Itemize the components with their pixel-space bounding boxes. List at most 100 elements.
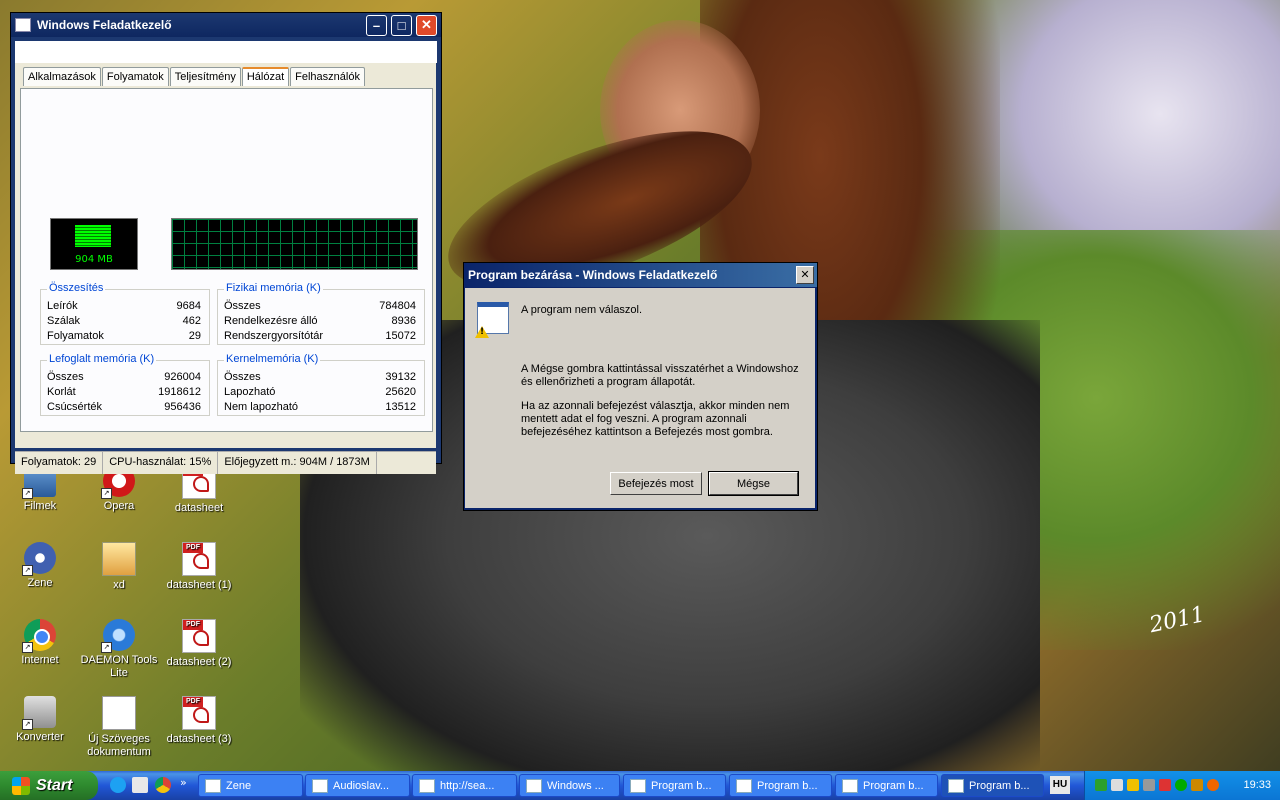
quicklaunch-overflow-icon[interactable]: » [180, 776, 187, 789]
taskbar: Start » Zene Audioslav... http://sea... … [0, 771, 1280, 800]
task-manager-app-icon [15, 18, 31, 32]
desktop-icon-konverter[interactable]: ↗ Konverter [1, 696, 79, 744]
stat-label: Csúcsérték [47, 401, 103, 413]
chrome-icon: ↗ [22, 619, 56, 653]
chrome-quicklaunch-icon[interactable] [155, 777, 171, 793]
taskbar-task-program-2[interactable]: Program b... [729, 774, 832, 797]
desktop-icon-datasheet-2[interactable]: datasheet (2) [160, 619, 238, 669]
stat-row: Folyamatok 29 [47, 330, 201, 342]
task-label: Program b... [651, 779, 712, 792]
maximize-button[interactable]: □ [391, 14, 412, 36]
taskbar-task-program-1[interactable]: Program b... [623, 774, 726, 797]
desktop-icon-label: Konverter [16, 731, 64, 743]
stat-value: 784804 [379, 300, 416, 312]
stat-label: Rendszergyorsítótár [224, 330, 324, 342]
memory-meter-bars [75, 225, 111, 247]
status-cpu-usage: CPU-használat: 15% [103, 452, 219, 474]
status-processes: Folyamatok: 29 [15, 452, 104, 474]
show-desktop-icon[interactable] [132, 777, 148, 793]
memory-usage-meter: 904 MB [50, 218, 138, 270]
stat-label: Lapozható [224, 386, 276, 398]
close-button[interactable]: ✕ [416, 14, 437, 36]
taskbar-task-browser[interactable]: http://sea... [412, 774, 517, 797]
media-player-icon [312, 778, 328, 793]
group-title: Kernelmemória (K) [224, 353, 321, 365]
desktop-icon-datasheet-1[interactable]: datasheet (1) [160, 542, 238, 592]
desktop-icon-label: Filmek [23, 500, 57, 512]
desktop-icon-label: datasheet (2) [166, 656, 232, 668]
desktop-icon-zene[interactable]: ↗ Zene [1, 542, 79, 590]
desktop-icon-daemon-tools[interactable]: ↗ DAEMON Tools Lite [80, 619, 158, 680]
stat-label: Összes [224, 300, 261, 312]
language-indicator[interactable]: HU [1050, 776, 1070, 794]
desktop-icon-xd[interactable]: xd [80, 542, 158, 592]
clock[interactable]: 19:33 [1243, 779, 1271, 791]
pdf-icon [182, 542, 216, 576]
skype-icon[interactable] [110, 777, 126, 793]
stat-value: 8936 [391, 315, 416, 327]
stat-value: 25620 [385, 386, 416, 398]
tab-network[interactable]: Hálózat [241, 67, 290, 86]
window-icon [842, 778, 858, 793]
dialog-titlebar[interactable]: Program bezárása - Windows Feladatkezelő [464, 263, 817, 287]
chrome-icon [419, 778, 435, 793]
stat-label: Folyamatok [47, 330, 104, 342]
stat-value: 15072 [385, 330, 416, 342]
stat-row: Nem lapozható 13512 [224, 401, 416, 413]
pdf-icon [182, 619, 216, 653]
stat-row: Lapozható 25620 [224, 386, 416, 398]
stat-row: Összes 926004 [47, 371, 201, 383]
group-title: Lefoglalt memória (K) [47, 353, 157, 365]
taskbar-task-program-4[interactable]: Program b... [941, 774, 1044, 797]
stat-row: Szálak 462 [47, 315, 201, 327]
taskbar-task-zene[interactable]: Zene [198, 774, 303, 797]
dialog-close-button[interactable]: ✕ [796, 266, 814, 284]
desktop-icon-label: Internet [21, 654, 59, 666]
desktop-icon-label: Opera [103, 500, 135, 512]
taskbar-task-audioslave[interactable]: Audioslav... [305, 774, 410, 797]
image-icon [102, 542, 136, 576]
close-icon: ✕ [800, 268, 810, 281]
tab-users[interactable]: Felhasználók [290, 67, 365, 86]
utorrent-icon[interactable] [1175, 779, 1187, 791]
taskbar-task-program-3[interactable]: Program b... [835, 774, 938, 797]
desktop-icon-label: xd [113, 579, 125, 591]
stat-row: Rendszergyorsítótár 15072 [224, 330, 416, 342]
start-button[interactable]: Start [0, 771, 98, 800]
tab-processes[interactable]: Folyamatok [101, 67, 169, 86]
security-icon[interactable] [1127, 779, 1139, 791]
stat-row: Csúcsérték 956436 [47, 401, 201, 413]
stat-value: 13512 [385, 401, 416, 413]
not-responding-window-icon [475, 302, 509, 338]
volume-icon[interactable] [1143, 779, 1155, 791]
end-now-button[interactable]: Befejezés most [610, 472, 702, 495]
music-icon [205, 778, 221, 793]
desktop-icon-new-text-doc[interactable]: Új Szöveges dokumentum [80, 696, 158, 759]
task-label: Audioslav... [333, 779, 390, 792]
cancel-button[interactable]: Mégse [708, 471, 799, 496]
minimize-button[interactable]: – [366, 14, 387, 36]
windows-logo-icon [12, 776, 30, 795]
tab-applications[interactable]: Alkalmazások [23, 67, 101, 86]
taskbar-task-task-manager[interactable]: Windows ... [519, 774, 620, 797]
tray-app-icon[interactable] [1095, 779, 1107, 791]
tab-performance[interactable]: Teljesítmény [169, 67, 241, 86]
text-document-icon [102, 696, 136, 730]
start-label: Start [36, 776, 73, 794]
music-icon: ↗ [22, 542, 56, 576]
tab-panel: 904 MB Összesítés Leírók 9684 Szálak 462 F… [20, 88, 433, 432]
usage-history-graph [171, 218, 418, 270]
stat-row: Leírók 9684 [47, 300, 201, 312]
avast-icon[interactable] [1207, 779, 1219, 791]
desktop-icon-datasheet-3[interactable]: datasheet (3) [160, 696, 238, 746]
task-manager-icon [526, 778, 542, 793]
stat-row: Összes 39132 [224, 371, 416, 383]
tray-app-icon[interactable] [1191, 779, 1203, 791]
alert-icon[interactable] [1159, 779, 1171, 791]
task-manager-titlebar[interactable]: Windows Feladatkezelő – □ ✕ [11, 13, 441, 37]
desktop-icon-internet[interactable]: ↗ Internet [1, 619, 79, 667]
desktop-icon-label: datasheet (1) [166, 579, 232, 591]
network-icon[interactable] [1111, 779, 1123, 791]
stat-row: Összes 784804 [224, 300, 416, 312]
stat-label: Szálak [47, 315, 81, 327]
